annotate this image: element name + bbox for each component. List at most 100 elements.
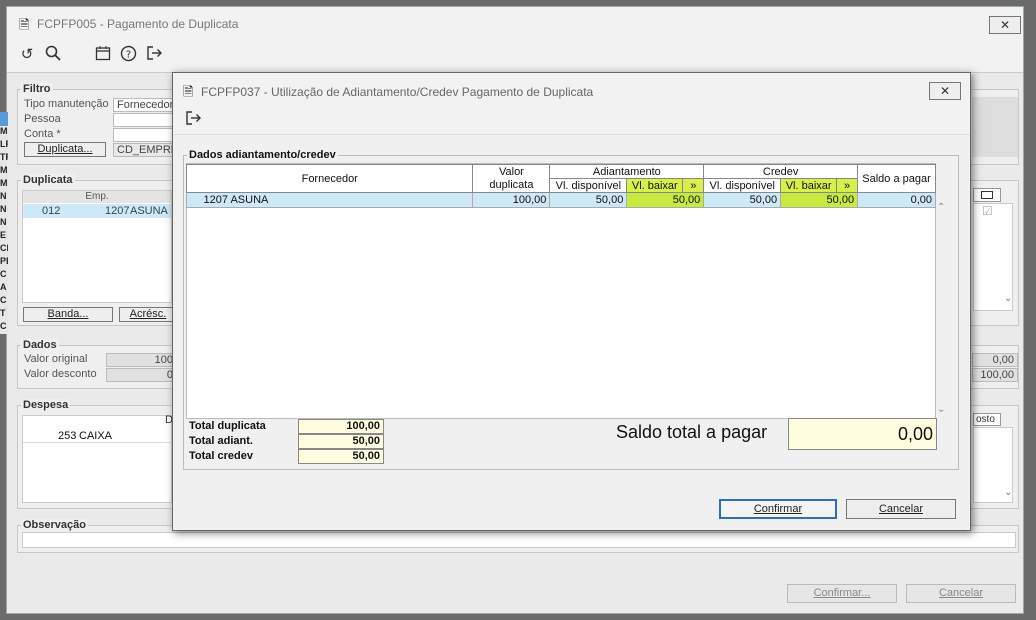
scroll-down-icon[interactable]: ⌄ [1004, 293, 1012, 304]
valor-desconto-label: Valor desconto [24, 368, 97, 380]
col-adi-vl-disponivel[interactable]: Vl. disponível [549, 178, 628, 193]
adiantamento-grid: Fornecedor Valor duplicata Adiantamento … [185, 163, 945, 419]
modal-cancel-button[interactable]: Cancelar [846, 499, 956, 519]
despesa-scroll-down-icon[interactable]: ⌄ [1004, 487, 1012, 498]
observacao-field[interactable] [22, 532, 1016, 548]
modal-exit-icon[interactable] [183, 110, 203, 130]
background-title-bar: 🗎 FCPFP005 - Pagamento de Duplicata ✕ [7, 7, 1023, 39]
tipo-manutencao-label: Tipo manutenção [24, 98, 109, 110]
col-cre-vl-disponivel[interactable]: Vl. disponível [703, 178, 782, 193]
acresc-button[interactable]: Acrésc. [119, 307, 177, 322]
despesa-row-num: 253 [58, 430, 77, 442]
duplicata-row-emp: 012 [42, 205, 61, 217]
col-adiantamento: Adiantamento [549, 164, 705, 179]
col-saldo-label: Saldo a pagar [862, 172, 931, 185]
banda-button[interactable]: Banda... [23, 307, 113, 322]
modal-confirm-button[interactable]: Confirmar [719, 499, 837, 519]
conta-label: Conta * [24, 128, 61, 140]
modal-document-icon: 🗎 [183, 84, 194, 99]
cre-apply-all-button[interactable]: » [836, 178, 859, 193]
col-adiantamento-label: Adiantamento [592, 165, 661, 178]
duplicata-button[interactable]: Duplicata... [24, 142, 106, 157]
search-icon[interactable] [43, 45, 63, 65]
cell-adi-disponivel[interactable]: 50,00 [549, 192, 628, 208]
left-edge-letter: CI [0, 243, 8, 256]
col-valor-duplicata-label: Valor duplicata [489, 165, 534, 191]
left-edge-letter: TF [0, 152, 8, 165]
col-fornecedor-label: Fornecedor [301, 172, 358, 185]
observacao-legend: Observação [21, 519, 88, 531]
total-duplicata-field: 100,00 [298, 419, 384, 434]
cell-cre-disponivel[interactable]: 50,00 [703, 192, 782, 208]
adi-double-arrow-icon: » [690, 179, 697, 192]
adiantamento-table: Fornecedor Valor duplicata Adiantamento … [185, 164, 936, 208]
col-credev-label: Credev [762, 165, 799, 178]
background-confirm-button[interactable]: Confirmar... [787, 584, 897, 603]
grid-scroll-up-icon[interactable]: ⌃ [937, 202, 945, 213]
col-adi-disp-label: Vl. disponível [555, 179, 622, 192]
total-duplicata-label: Total duplicata [189, 420, 266, 432]
tipo-manutencao-field[interactable]: Fornecedor [113, 98, 175, 112]
checkbox-checked-icon[interactable]: ☑ [982, 204, 993, 218]
filtro-right-fields [972, 97, 1018, 157]
col-cre-vl-baixar[interactable]: Vl. baixar [780, 178, 838, 193]
dados-right-field-1[interactable]: 0,00 [972, 353, 1018, 367]
adi-apply-all-button[interactable]: » [682, 178, 705, 193]
col-fornecedor[interactable]: Fornecedor [185, 164, 474, 193]
background-confirm-label: Confirmar... [813, 587, 871, 599]
calendar-icon[interactable] [93, 45, 113, 65]
undo-icon[interactable]: ↺ [17, 45, 37, 65]
document-icon: 🗎 [19, 17, 30, 32]
col-adi-vl-baixar[interactable]: Vl. baixar [626, 178, 684, 193]
modal-confirm-label: Confirmar [753, 503, 803, 515]
pessoa-field[interactable] [113, 113, 175, 127]
despesa-legend: Despesa [21, 399, 71, 411]
exit-icon[interactable] [144, 45, 164, 65]
cell-adi-baixar[interactable]: 50,00 [626, 192, 705, 208]
left-edge-selected [0, 112, 8, 126]
duplicata-header-emp: Emp. [23, 191, 171, 203]
cd-empresa-field[interactable]: CD_EMPRES [113, 143, 185, 157]
dados-legend: Dados [21, 339, 59, 351]
left-edge-letter: N [0, 204, 8, 217]
table-row[interactable]: 1207 ASUNA 100,00 50,00 50,00 50,00 50,0… [185, 192, 936, 208]
cell-cre-baixar[interactable]: 50,00 [780, 192, 859, 208]
despesa-row[interactable]: 253 CAIXA [23, 429, 171, 443]
total-credev-label: Total credev [189, 450, 253, 462]
dados-right-field-2[interactable]: 100,00 [972, 368, 1018, 382]
left-edge-letter: M [0, 165, 8, 178]
left-edge-letter: PE [0, 256, 8, 269]
despesa-row-name: CAIXA [79, 430, 113, 442]
window-square-icon[interactable] [981, 191, 993, 199]
modal-close-button[interactable]: ✕ [929, 82, 961, 100]
cell-fornecedor[interactable]: 1207 ASUNA [185, 192, 474, 208]
duplicata-row[interactable]: 012 1207 ASUNA [23, 204, 171, 218]
saldo-total-field: 0,00 [788, 418, 937, 450]
modal-title-bar: 🗎 FCPFP037 - Utilização de Adiantamento/… [173, 73, 970, 107]
valor-desconto-field[interactable]: 0 [106, 368, 176, 382]
total-adiant-label: Total adiant. [189, 435, 253, 447]
left-edge-letter: C [0, 295, 8, 308]
cell-saldo[interactable]: 0,00 [857, 192, 936, 208]
conta-field[interactable] [113, 128, 175, 142]
valor-original-field[interactable]: 100 [106, 353, 176, 367]
left-edge-letter: M [0, 126, 8, 139]
left-edge-strip: MLFTFMMNNNECIPECACTC [0, 112, 8, 572]
dados-adiantamento-legend: Dados adiantamento/credev [187, 149, 338, 161]
background-cancel-button[interactable]: Cancelar [906, 584, 1016, 603]
col-saldo[interactable]: Saldo a pagar [857, 164, 936, 193]
left-edge-letter: A [0, 282, 8, 295]
grid-scroll-down-icon[interactable]: ⌄ [937, 404, 945, 415]
col-credev: Credev [703, 164, 859, 179]
col-valor-duplicata[interactable]: Valor duplicata [472, 164, 551, 193]
banda-button-label: Banda... [47, 308, 89, 320]
col-cre-baixar-label: Vl. baixar [785, 179, 832, 192]
help-icon[interactable]: ? [118, 45, 138, 65]
left-edge-letter: C [0, 321, 8, 334]
background-close-button[interactable]: ✕ [989, 16, 1021, 34]
pessoa-label: Pessoa [24, 113, 61, 125]
modal-title: FCPFP037 - Utilização de Adiantamento/Cr… [201, 85, 594, 99]
cell-valor-duplicata[interactable]: 100,00 [472, 192, 551, 208]
left-edge-letter: LF [0, 139, 8, 152]
left-edge-letter: C [0, 269, 8, 282]
